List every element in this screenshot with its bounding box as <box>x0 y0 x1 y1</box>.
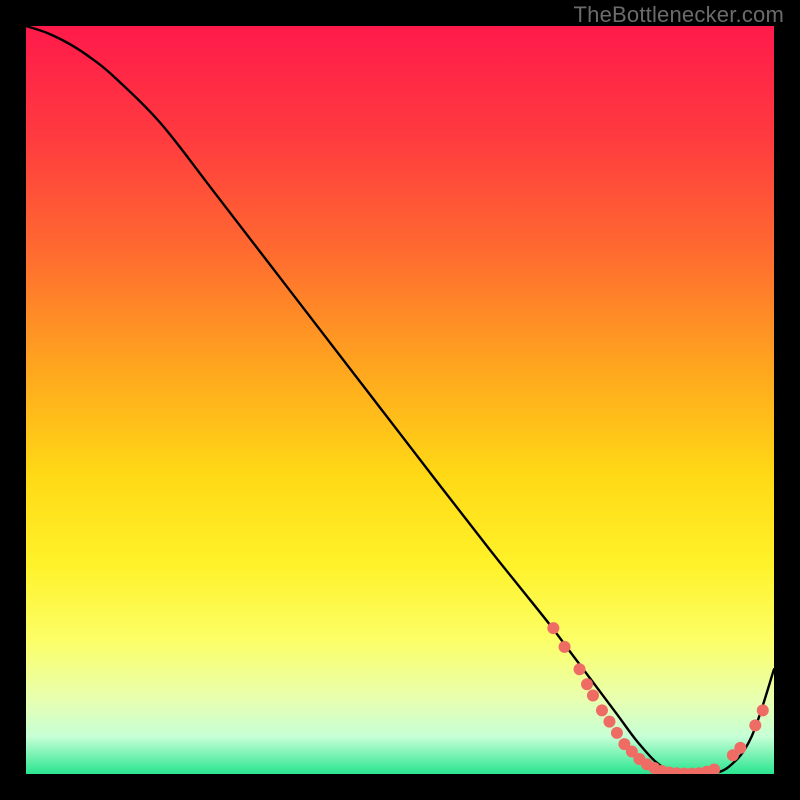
curve-dot <box>596 704 608 716</box>
curve-dot <box>581 678 593 690</box>
curve-dot <box>611 727 623 739</box>
curve-dot <box>603 716 615 728</box>
curve-dot <box>574 663 586 675</box>
curve-dot <box>749 719 761 731</box>
curve-dot <box>757 704 769 716</box>
curve-dot <box>547 622 559 634</box>
bottleneck-chart <box>26 26 774 774</box>
plot-background <box>26 26 774 774</box>
curve-dot <box>559 641 571 653</box>
curve-dot <box>734 742 746 754</box>
curve-dot <box>587 689 599 701</box>
attribution-label: TheBottlenecker.com <box>574 2 784 28</box>
chart-stage: TheBottlenecker.com <box>0 0 800 800</box>
